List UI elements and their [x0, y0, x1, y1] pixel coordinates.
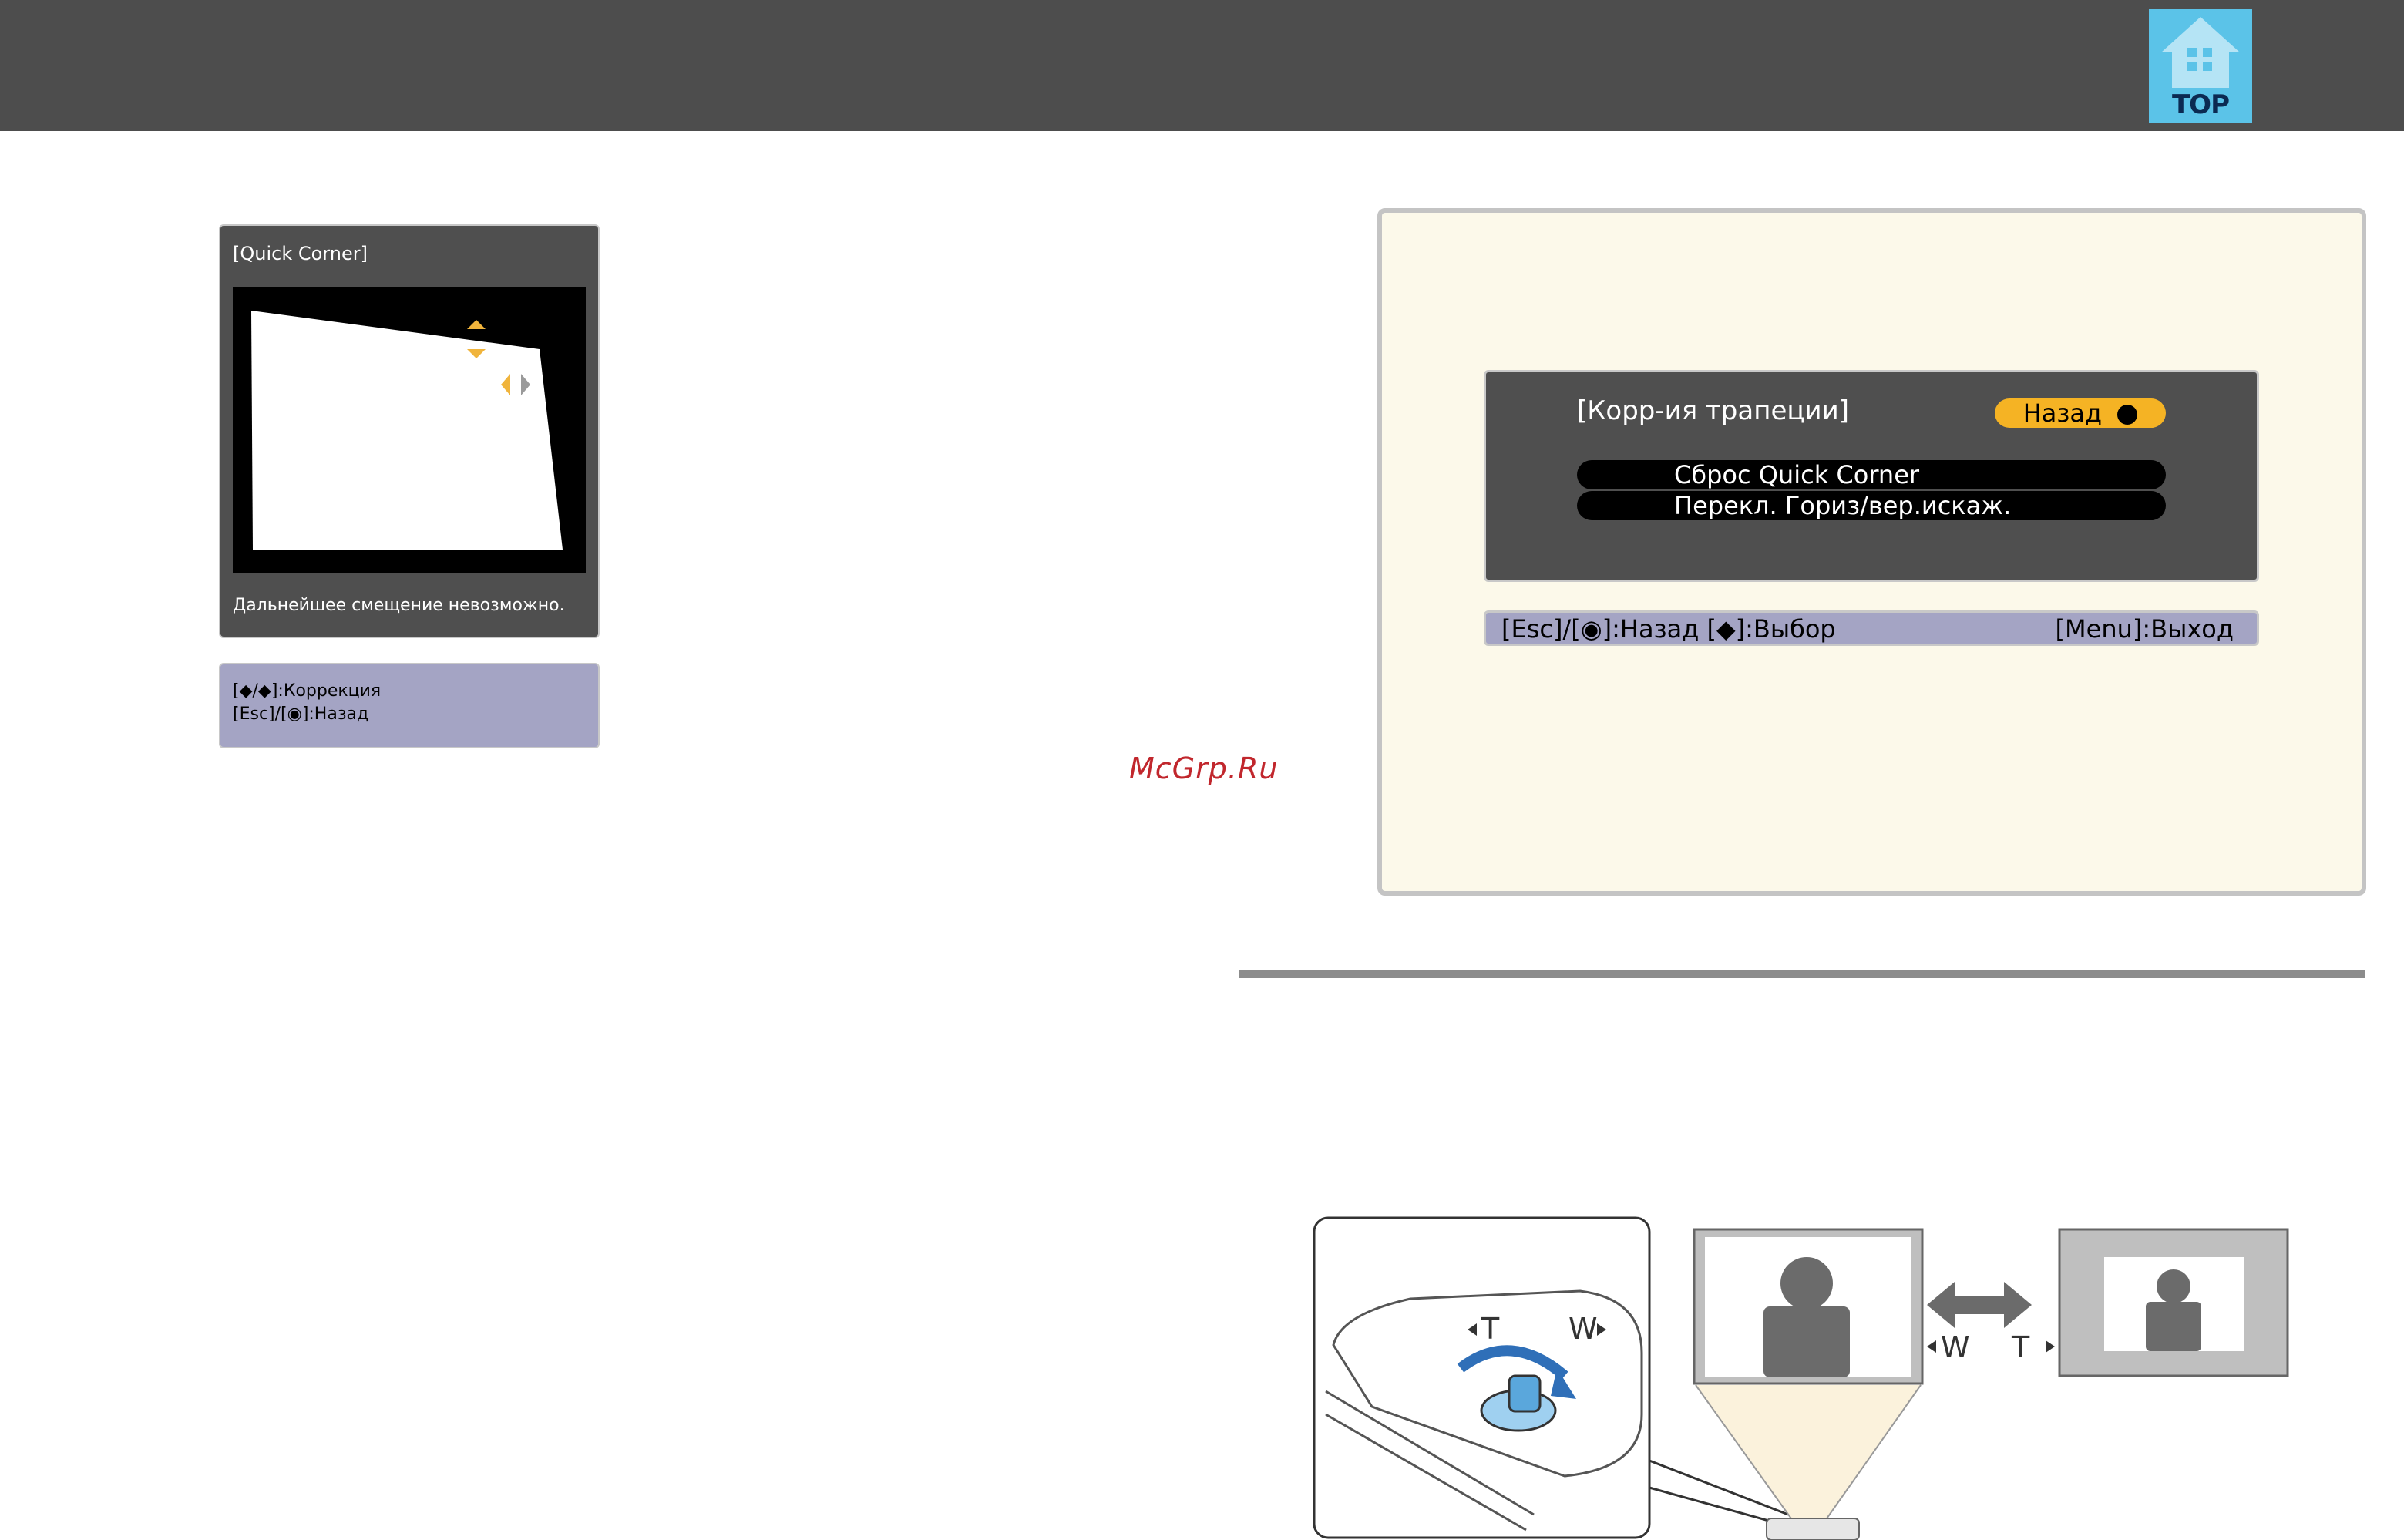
result-arrow-left-icon: [1927, 1340, 1936, 1353]
quick-corner-help-bar: [◆/◆]:Коррекция [Esc]/[◉]:Назад: [219, 663, 600, 748]
person-head-icon: [1780, 1257, 1833, 1310]
help-line-back: [Esc]/[◉]:Назад: [233, 704, 369, 724]
back-button-label: Назад: [2022, 398, 2103, 428]
top-button-label: TOP: [2171, 89, 2230, 120]
person-body-icon: [1763, 1306, 1850, 1377]
quick-corner-title: [Quick Corner]: [233, 243, 368, 264]
back-button[interactable]: Назад: [1995, 398, 2166, 428]
ring-label-w: W: [1568, 1312, 1598, 1346]
zoom-ring-illustration: T W W T: [1313, 1216, 2289, 1540]
small-person-head-icon: [2157, 1269, 2190, 1303]
watermark: McGrp.Ru: [1129, 752, 1279, 785]
arrow-up-icon: [467, 320, 486, 329]
small-person-body-icon: [2146, 1302, 2201, 1351]
projected-image-shape: [251, 311, 563, 550]
quick-corner-message: Дальнейшее смещение невозможно.: [233, 596, 565, 615]
menu-item-reset-quick-corner[interactable]: Сброс Quick Corner: [1577, 460, 2166, 489]
help-line-correction: [◆/◆]:Коррекция: [233, 681, 382, 701]
header-bar: [0, 0, 2404, 131]
keystone-menu-panel: [Корр-ия трапеции] Назад Сброс Quick Cor…: [1484, 370, 2259, 582]
top-home-button[interactable]: TOP: [2149, 9, 2252, 123]
help-right: [Menu]:Выход: [2055, 614, 2234, 644]
house-icon: [2161, 17, 2240, 88]
menu-item-toggle-keystone[interactable]: Перекл. Гориз/вер.искаж.: [1577, 491, 2166, 520]
result-arrow-right-icon: [2046, 1340, 2055, 1353]
keystone-menu-help-bar: [Esc]/[◉]:Назад [◆]:Выбор [Menu]:Выход: [1484, 610, 2259, 646]
quick-corner-panel: [Quick Corner] Дальнейшее смещение невоз…: [219, 224, 600, 638]
help-left: [Esc]/[◉]:Назад [◆]:Выбор: [1501, 614, 1836, 644]
enter-icon: [2117, 405, 2138, 425]
zoom-ring-inset: [1313, 1216, 1651, 1539]
double-arrow-icon: [1927, 1282, 2032, 1328]
result-label-w: W: [1941, 1330, 1970, 1364]
section-divider: [1239, 970, 2365, 978]
keystone-menu-title: [Корр-ия трапеции]: [1577, 395, 1849, 426]
projector-icon: [1766, 1518, 1860, 1540]
light-beam: [1696, 1385, 1921, 1521]
zoom-lever-icon: [1508, 1374, 1542, 1413]
ring-label-t: T: [1481, 1312, 1500, 1346]
projection-preview: [233, 287, 586, 573]
result-label-t: T: [2011, 1330, 2030, 1364]
